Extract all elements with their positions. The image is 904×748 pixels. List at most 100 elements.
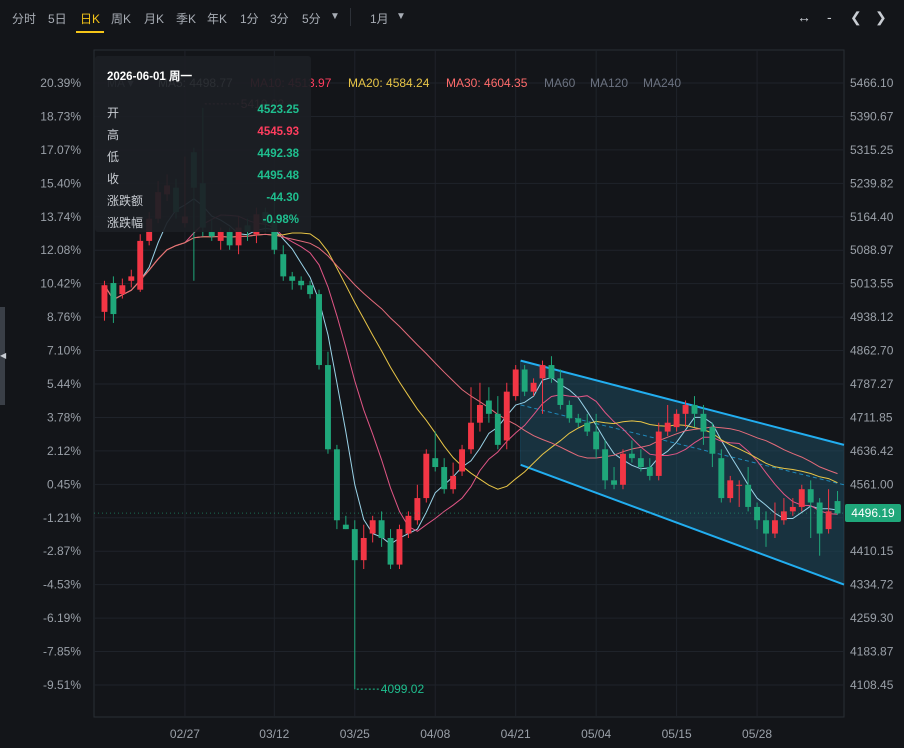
tooltip-value: 4523.25: [257, 104, 299, 116]
pct-tick-label: 17.07%: [40, 143, 81, 157]
pct-tick-label: 15.40%: [40, 176, 81, 190]
candle-body: [825, 511, 832, 530]
tooltip-value: -44.30: [266, 192, 299, 204]
candle-body: [539, 365, 546, 379]
candle-body: [575, 418, 582, 423]
pct-tick-label: -2.87%: [43, 544, 81, 558]
date-tick-label: 05/15: [662, 727, 692, 741]
candle-body: [450, 475, 457, 490]
tooltip-value: -0.98%: [262, 214, 299, 226]
candle-body: [584, 422, 591, 432]
tooltip-value: 4495.48: [257, 170, 299, 182]
ma-legend-item: MA30: 4604.35: [446, 76, 528, 90]
ma-legend-item: MA20: 4584.24: [348, 76, 430, 90]
ma-legend-item: MA120: [590, 76, 629, 90]
pct-tick-label: 13.74%: [40, 210, 81, 224]
candle-body: [673, 413, 680, 428]
candle-body: [503, 391, 510, 441]
pct-tick-label: 0.45%: [47, 477, 81, 491]
candle-body: [521, 369, 528, 392]
pct-tick-label: 10.42%: [40, 277, 81, 291]
candle-body: [110, 283, 117, 315]
candle-body: [101, 285, 108, 312]
candle-body: [217, 232, 224, 241]
pct-tick-label: -9.51%: [43, 678, 81, 692]
pct-tick-label: -7.85%: [43, 645, 81, 659]
ohlc-tooltip: 2026-06-01 周一 开 4523.25 高 4545.93 低 4492.38 收 4…: [95, 56, 311, 232]
price-tick-label: 4636.42: [850, 444, 894, 458]
pct-tick-label: 7.10%: [47, 344, 81, 358]
candle-body: [494, 413, 501, 445]
candle-body: [423, 453, 430, 499]
tooltip-value: 4545.93: [257, 126, 299, 138]
price-tick-label: 4711.85: [850, 410, 893, 424]
candle-body: [137, 240, 144, 290]
pct-tick-label: 12.08%: [40, 243, 81, 257]
date-tick-label: 05/28: [742, 727, 772, 741]
candle-body: [351, 529, 358, 561]
candle-body: [360, 537, 367, 561]
price-tick-label: 5466.10: [850, 76, 894, 90]
candle-body: [620, 453, 626, 485]
candle-body: [745, 484, 752, 507]
pct-tick-label: -1.21%: [43, 511, 81, 525]
candle-body: [414, 498, 421, 521]
candle-body: [512, 369, 519, 397]
candle-body: [834, 501, 841, 514]
tooltip-label: 涨跌额: [107, 194, 144, 208]
price-tick-label: 5088.97: [850, 243, 894, 257]
price-tick-label: 5315.25: [850, 143, 894, 157]
price-tick-label: 4108.45: [850, 678, 894, 692]
candle-body: [119, 285, 126, 295]
candle-body: [342, 524, 349, 530]
candle-body: [333, 449, 340, 521]
candle-body: [485, 400, 492, 414]
candle-body: [396, 529, 403, 565]
tooltip-label: 低: [107, 150, 120, 164]
candle-body: [378, 520, 385, 538]
tooltip-label: 涨跌幅: [107, 216, 144, 230]
candle-body: [325, 365, 331, 450]
candle-body: [611, 480, 617, 485]
candle-body: [530, 382, 537, 392]
price-tick-label: 4862.70: [850, 344, 894, 358]
candle-body: [691, 404, 698, 414]
candle-body: [468, 422, 474, 450]
candle-body: [289, 276, 296, 281]
price-tick-label: 4334.72: [850, 578, 894, 592]
tooltip-date: 2026-06-01 周一: [107, 71, 193, 83]
price-tick-label: 5239.82: [850, 176, 894, 190]
last-price-tag: 4496.19: [845, 504, 901, 522]
pct-tick-label: -4.53%: [43, 578, 81, 592]
tooltip-value: 4492.38: [257, 148, 299, 160]
candle-body: [646, 467, 653, 476]
candle-body: [727, 480, 734, 499]
candle-body: [298, 280, 305, 286]
candle-body: [557, 378, 564, 405]
date-tick-label: 05/04: [581, 727, 611, 741]
candle-body: [709, 427, 716, 454]
date-tick-label: 02/27: [170, 727, 200, 741]
candle-body: [798, 489, 805, 507]
candle-body: [226, 232, 233, 246]
candle-body: [405, 515, 412, 534]
candle-body: [772, 520, 778, 534]
candle-body: [718, 458, 725, 499]
low-marker-label: 4099.02: [381, 682, 425, 696]
date-tick-label: 03/25: [340, 727, 370, 741]
candle-body: [789, 506, 796, 512]
price-tick-label: 4938.12: [850, 310, 894, 324]
candle-body: [628, 453, 635, 459]
candle-body: [807, 489, 814, 503]
price-tick-label: 5390.67: [850, 109, 894, 123]
pct-tick-label: 20.39%: [40, 76, 81, 90]
pct-tick-label: 5.44%: [47, 377, 81, 391]
price-tick-label: 4410.15: [850, 544, 894, 558]
ma-legend-item: MA60: [544, 76, 576, 90]
pct-tick-label: 3.78%: [47, 410, 81, 424]
candle-body: [548, 365, 555, 379]
price-tick-label: 4183.87: [850, 645, 894, 659]
candle-body: [459, 449, 466, 472]
candle-body: [637, 458, 644, 468]
candle-body: [664, 422, 671, 432]
